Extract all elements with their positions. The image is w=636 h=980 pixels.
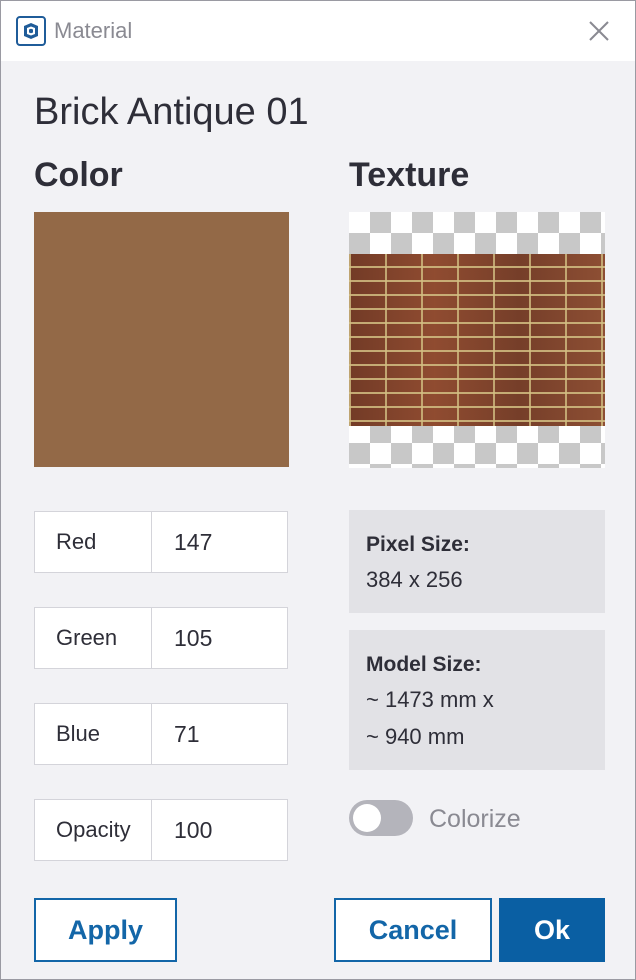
material-dialog: Material Brick Antique 01 Color Texture … xyxy=(0,0,636,980)
pixel-size-box: Pixel Size: 384 x 256 xyxy=(349,510,605,613)
pixel-size-value: 384 x 256 xyxy=(366,567,463,592)
green-field: Green xyxy=(34,607,288,669)
model-size-label: Model Size: xyxy=(366,653,482,676)
close-button[interactable] xyxy=(581,13,617,49)
green-input[interactable] xyxy=(153,608,287,668)
model-size-value-line2: ~ 940 mm xyxy=(366,724,465,749)
color-swatch[interactable] xyxy=(34,212,289,467)
apply-button[interactable]: Apply xyxy=(34,898,177,962)
texture-heading: Texture xyxy=(349,156,470,194)
texture-preview[interactable] xyxy=(349,212,605,468)
blue-input[interactable] xyxy=(153,704,287,764)
colorize-toggle[interactable] xyxy=(349,800,413,836)
title-bar: Material xyxy=(1,1,635,61)
brick-texture-image xyxy=(349,254,605,426)
red-field: Red xyxy=(34,511,288,573)
model-size-value-line1: ~ 1473 mm x xyxy=(366,687,494,712)
pixel-size-label: Pixel Size: xyxy=(366,533,470,556)
blue-field: Blue xyxy=(34,703,288,765)
material-name: Brick Antique 01 xyxy=(34,91,309,133)
red-label: Red xyxy=(35,512,152,572)
model-size-box: Model Size: ~ 1473 mm x ~ 940 mm xyxy=(349,630,605,770)
toggle-knob xyxy=(353,804,381,832)
ok-button[interactable]: Ok xyxy=(499,898,605,962)
window-title: Material xyxy=(54,18,133,43)
opacity-input[interactable] xyxy=(153,800,287,860)
green-label: Green xyxy=(35,608,152,668)
blue-label: Blue xyxy=(35,704,152,764)
color-heading: Color xyxy=(34,156,123,194)
colorize-label: Colorize xyxy=(429,805,521,833)
opacity-field: Opacity xyxy=(34,799,288,861)
cancel-button[interactable]: Cancel xyxy=(334,898,492,962)
opacity-label: Opacity xyxy=(35,800,152,860)
close-icon xyxy=(589,21,609,41)
sketchup-logo-icon xyxy=(16,16,46,46)
red-input[interactable] xyxy=(153,512,287,572)
